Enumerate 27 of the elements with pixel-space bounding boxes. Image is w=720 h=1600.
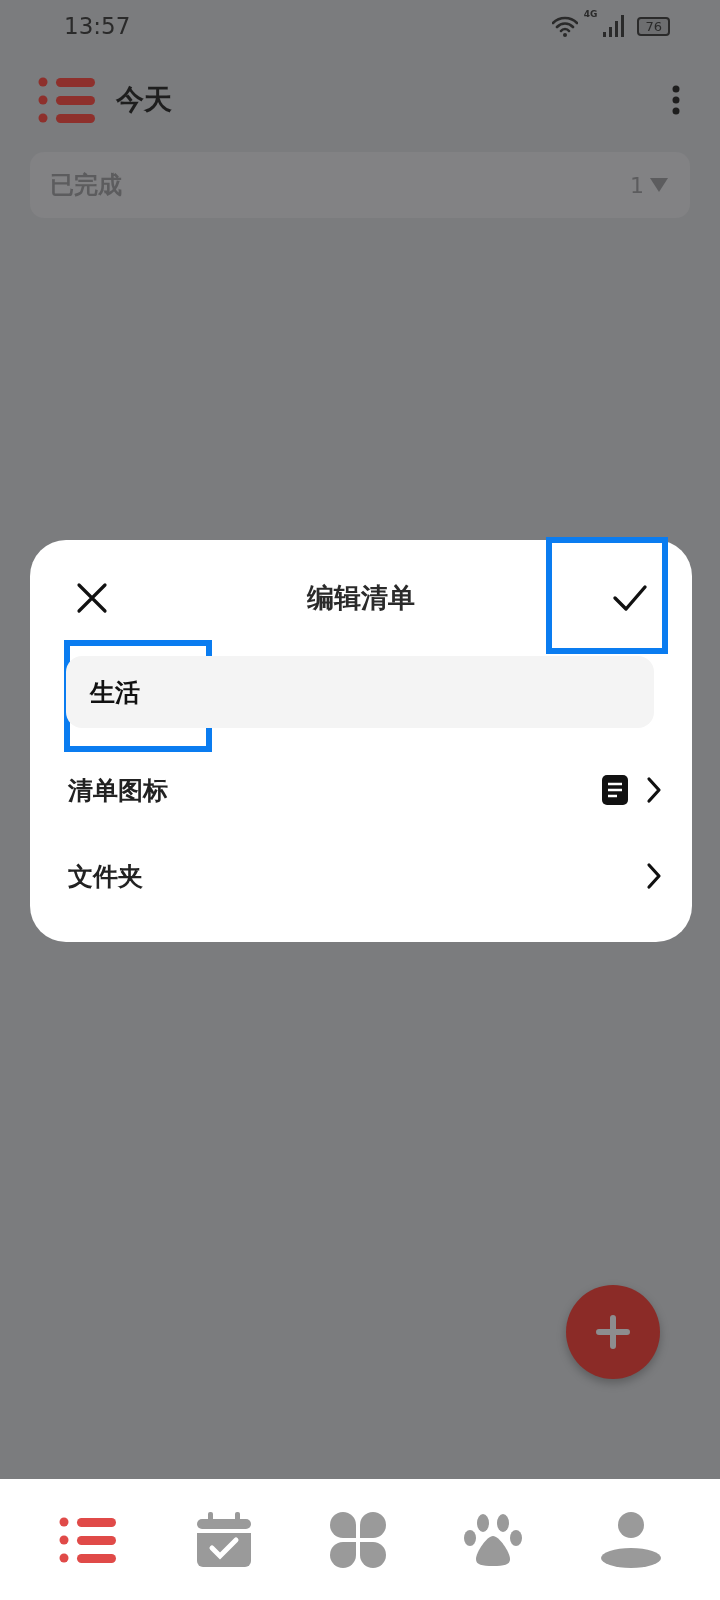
status-time: 13:57 [64, 13, 131, 39]
settings-row[interactable]: 清单图标 [60, 748, 662, 832]
more-icon[interactable] [672, 85, 680, 115]
settings-row[interactable]: 文件夹 [60, 834, 662, 918]
plus-icon [596, 1315, 630, 1349]
row-label: 文件夹 [68, 860, 144, 893]
list-icon[interactable] [38, 76, 96, 124]
calendar-icon[interactable] [195, 1511, 252, 1568]
person-icon[interactable] [600, 1511, 661, 1568]
chevron-right-icon [646, 862, 662, 890]
paw-icon[interactable] [464, 1513, 523, 1566]
check-icon [612, 584, 648, 612]
document-icon [602, 775, 628, 805]
caret-icon [650, 178, 668, 192]
page-title: 今天 [116, 82, 173, 118]
network-type: 4G [583, 9, 598, 19]
list-name-value: 生活 [90, 676, 140, 709]
close-icon [76, 582, 108, 614]
list-icon[interactable] [59, 1515, 118, 1564]
clover-icon[interactable] [329, 1511, 386, 1568]
wifi-icon [551, 15, 578, 37]
signal-icon [603, 15, 626, 37]
list-name-field[interactable]: 生活 [66, 656, 654, 728]
dialog-title: 编辑清单 [306, 581, 416, 615]
battery-level: 76 [637, 16, 670, 36]
row-label: 清单图标 [68, 774, 169, 807]
chevron-right-icon [646, 776, 662, 804]
